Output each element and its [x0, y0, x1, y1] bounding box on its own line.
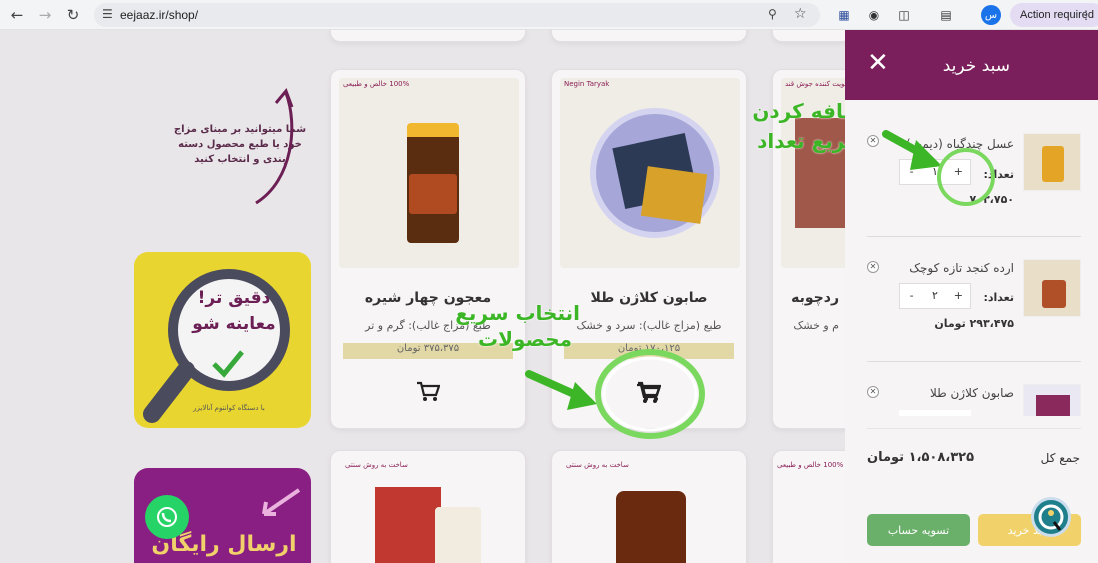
quantity-value[interactable]: ۲: [923, 284, 946, 308]
product-title[interactable]: صابون کلاژن طلا: [552, 290, 746, 306]
product-card[interactable]: ساخت به روش سنتی: [551, 450, 747, 563]
banner-title-1: دقیق تر!: [197, 288, 271, 308]
honey-jar: [1042, 146, 1064, 182]
whatsapp-button[interactable]: [145, 495, 189, 539]
site-settings-icon[interactable]: ☰: [102, 7, 113, 21]
profile-avatar[interactable]: س: [981, 5, 1001, 25]
accessibility-fab[interactable]: [1031, 497, 1071, 537]
cart-sidebar: ✕ سبد خرید ✕ عسل چندگیاه (دیمت) تعداد: -…: [845, 30, 1098, 563]
checkout-button[interactable]: تسویه حساب: [867, 514, 970, 546]
divider: [867, 428, 1081, 429]
annotation-circle: [937, 148, 995, 206]
product-tag: 100% خالص و طبیعی: [777, 461, 844, 469]
decrease-button[interactable]: -: [900, 284, 923, 308]
extension-icon[interactable]: ◉: [864, 5, 884, 25]
cart-header: ✕ سبد خرید: [845, 30, 1098, 100]
forward-icon[interactable]: →: [32, 2, 58, 28]
cart-item-image[interactable]: [1023, 259, 1081, 317]
remove-item-icon[interactable]: ✕: [867, 261, 879, 273]
puzzle-icon[interactable]: ◫: [894, 5, 914, 25]
address-bar[interactable]: ☰ eejaaz.ir/shop/ ⚲ ☆: [94, 3, 820, 27]
close-icon[interactable]: ✕: [867, 50, 889, 76]
card-top-fragment: [551, 30, 747, 42]
product-bottle: [616, 491, 686, 563]
remove-item-icon[interactable]: ✕: [867, 386, 879, 398]
curved-arrow-icon: [255, 88, 294, 205]
product-box: [375, 487, 441, 563]
product-image[interactable]: 100% خالص و طبیعی: [339, 78, 519, 268]
qty-label: تعداد:: [983, 291, 1014, 304]
divider: [867, 361, 1081, 362]
cart-icon: [637, 383, 660, 403]
total-value: ۱،۵۰۸،۳۲۵ تومان: [867, 450, 975, 465]
cart-item-image[interactable]: [1023, 384, 1081, 416]
tahini-jar: [1042, 280, 1066, 308]
cart-item-price: ۲۹۳،۴۷۵ تومان: [934, 317, 1014, 330]
product-tag: 100% خالص و طبیعی: [343, 80, 410, 88]
cart-item-image[interactable]: [1023, 133, 1081, 191]
browser-toolbar: ← → ↻ ☰ eejaaz.ir/shop/ ⚲ ☆ ▦ ◉ ◫ ▤ س Ac…: [0, 0, 1098, 30]
card-top-fragment: [330, 30, 526, 42]
product-temperament: م و خشک: [793, 319, 839, 332]
product-tag: ساخت به روش سنتی: [566, 461, 629, 469]
quantum-analyzer-banner[interactable]: دقیق تر! معاینه شو با دستگاه کوانتوم آنا…: [134, 252, 311, 428]
product-temperament: طبع (مزاج غالب): سرد و خشک: [576, 319, 722, 332]
product-title[interactable]: ردچوبه: [773, 290, 839, 306]
accessibility-icon: [1038, 504, 1064, 531]
cart-item-name[interactable]: ارده کنجد تازه کوچک: [909, 261, 1014, 275]
product-jar: [435, 507, 481, 563]
cart-icon: [417, 381, 440, 401]
whatsapp-icon: [157, 507, 177, 527]
quantity-stepper[interactable]: [899, 410, 971, 416]
save-extension-icon[interactable]: ▦: [834, 5, 854, 25]
product-card[interactable]: 100% خالص و طبیعی معجون چهار شیره طبع (م…: [330, 69, 526, 429]
cart-item: ✕ صابون کلاژن طلا: [867, 384, 1081, 416]
cart-item-name[interactable]: صابون کلاژن طلا: [930, 386, 1014, 400]
annotation-quick-select: انتخاب سریع محصولات: [455, 301, 580, 351]
product-tag: Negin Taryak: [564, 80, 610, 88]
soap-box: [1036, 395, 1070, 416]
soap-box-2: [640, 166, 708, 224]
back-icon[interactable]: ←: [4, 2, 30, 28]
card-top-fragment: [772, 30, 852, 42]
cart-item: ✕ ارده کنجد تازه کوچک تعداد: - ۲ + ۲۹۳،۴…: [867, 259, 1081, 349]
product-tag: ساخت به روش سنتی: [345, 461, 408, 469]
product-image[interactable]: Negin Taryak: [560, 78, 740, 268]
bookmark-star-icon[interactable]: ☆: [794, 6, 807, 22]
jar-label: [409, 174, 457, 214]
banner-title-2: معاینه شو: [192, 314, 276, 334]
reading-list-icon[interactable]: ▤: [936, 5, 956, 25]
reload-icon[interactable]: ↻: [60, 2, 86, 28]
menu-icon[interactable]: ⋮: [1076, 5, 1096, 25]
total-label: جمع کل: [1040, 451, 1080, 465]
promo-text: شما میتوانید بر مبنای مزاج خود یا طبع مح…: [173, 124, 307, 165]
arrow-icon: [262, 488, 301, 516]
magnifier-icon: [143, 269, 290, 423]
cart-title: سبد خرید: [942, 56, 1010, 76]
checkout-label: تسویه حساب: [887, 523, 950, 537]
url-text: eejaaz.ir/shop/: [120, 8, 199, 22]
remove-item-icon[interactable]: ✕: [867, 135, 879, 147]
increase-button[interactable]: +: [947, 284, 970, 308]
add-to-cart-button[interactable]: [413, 378, 443, 404]
zoom-icon[interactable]: ⚲: [768, 7, 777, 21]
divider: [867, 236, 1081, 237]
product-tag: تقویت کننده جوش قند: [785, 80, 851, 88]
quantity-stepper[interactable]: - ۲ +: [899, 283, 971, 309]
product-card[interactable]: ساخت به روش سنتی: [330, 450, 526, 563]
highlighted-add-to-cart-button[interactable]: [633, 380, 663, 406]
banner-caption: با دستگاه کوانتوم آنالایزر: [193, 404, 265, 412]
annotation-arrow-icon: [525, 370, 597, 410]
